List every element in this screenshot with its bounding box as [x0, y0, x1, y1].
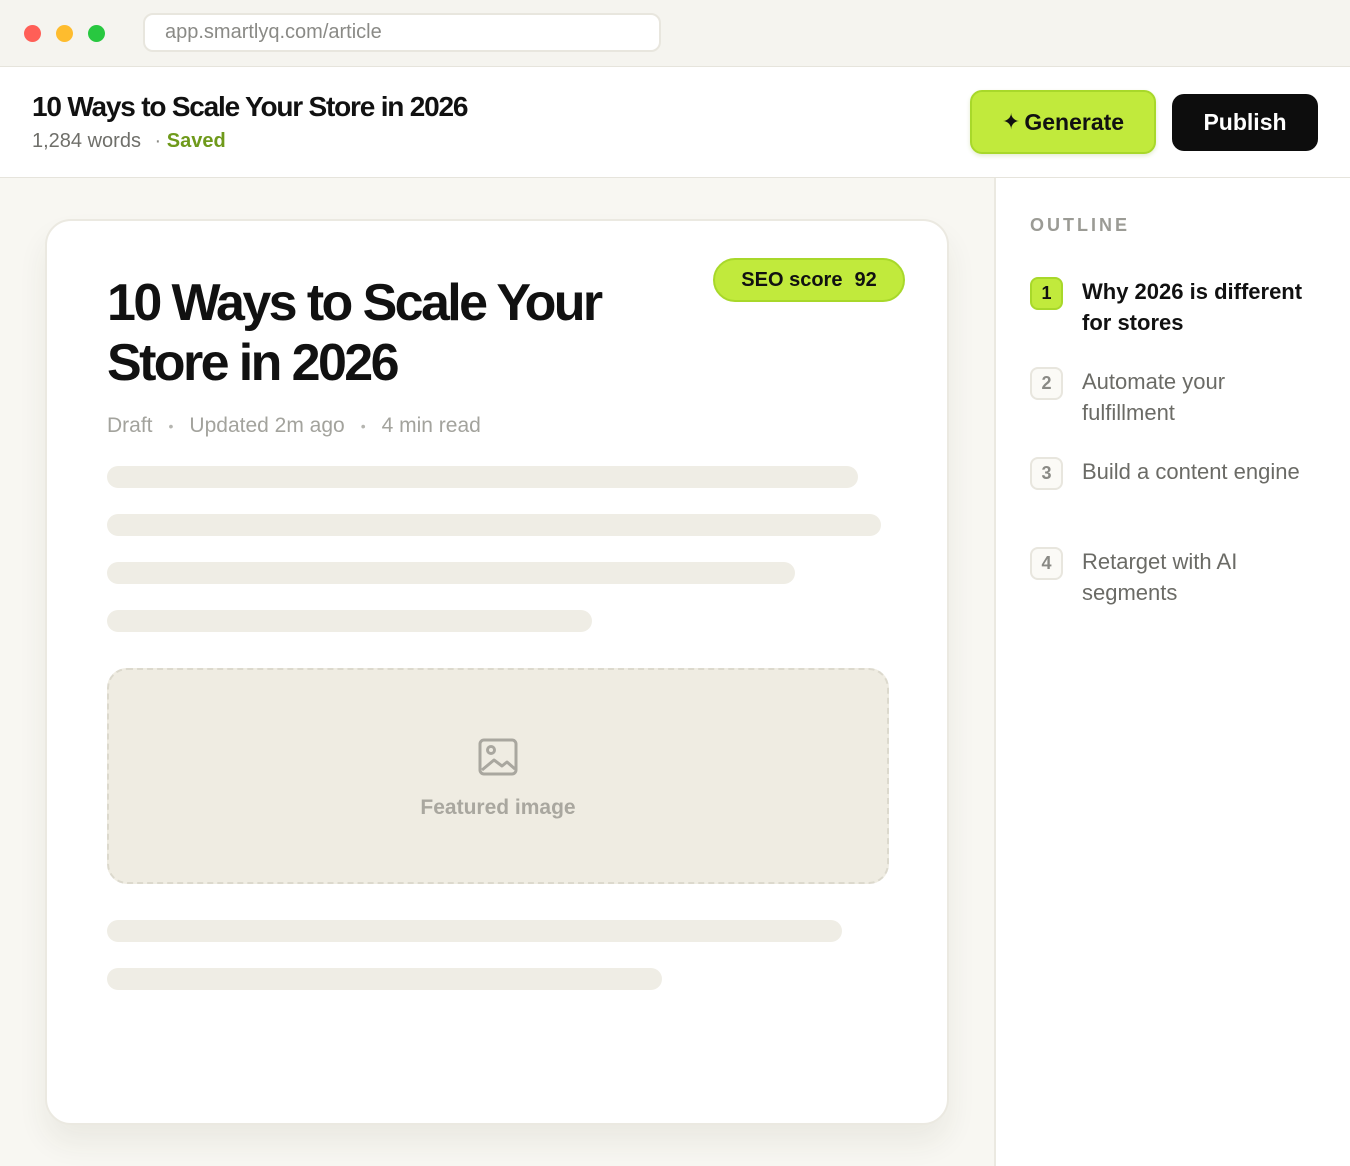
generate-button[interactable]: ✦ Generate — [970, 90, 1156, 154]
document-title: 10 Ways to Scale Your Store in 2026 — [32, 91, 468, 122]
word-count: 1,284 words — [32, 130, 141, 152]
close-window-button[interactable] — [24, 25, 41, 42]
maximize-window-button[interactable] — [88, 25, 105, 42]
address-bar[interactable]: app.smartlyq.com/article — [143, 13, 661, 52]
text-placeholder-line — [107, 514, 881, 536]
outline-item-number: 1 — [1030, 277, 1063, 310]
seo-score-value: 92 — [854, 268, 877, 291]
minimize-window-button[interactable] — [56, 25, 73, 42]
app-header: 10 Ways to Scale Your Store in 2026 1,28… — [0, 67, 1350, 178]
article-card: SEO score 92 10 Ways to Scale Your Store… — [45, 219, 949, 1125]
generate-button-label: Generate — [1024, 108, 1125, 135]
text-placeholder-line — [107, 968, 662, 990]
article-title[interactable]: 10 Ways to Scale Your Store in 2026 — [107, 273, 667, 393]
seo-score-label: SEO score — [741, 268, 843, 291]
outline-item-number: 2 — [1030, 367, 1063, 400]
text-placeholder-line — [107, 562, 795, 584]
document-meta: 1,284 words · Saved — [32, 130, 226, 153]
browser-chrome: app.smartlyq.com/article — [0, 0, 1350, 67]
editor-area: SEO score 92 10 Ways to Scale Your Store… — [0, 178, 994, 1166]
meta-separator: · — [154, 130, 162, 152]
image-icon — [478, 738, 518, 776]
outline-item-label: Why 2026 is different for stores — [1082, 279, 1303, 335]
outline-item-number: 4 — [1030, 547, 1063, 580]
outline-item-label: Retarget with AI segments — [1082, 549, 1238, 605]
featured-image-dropzone[interactable]: Featured image — [107, 668, 889, 884]
featured-image-label: Featured image — [420, 796, 576, 819]
article-updated: Updated 2m ago — [189, 414, 345, 437]
outline-item-label: Automate your fulfillment — [1082, 369, 1226, 425]
outline-item-number: 3 — [1030, 457, 1063, 490]
article-status: Draft — [107, 414, 153, 437]
text-placeholder-line — [107, 466, 858, 488]
meta-bullet: • — [168, 418, 174, 434]
seo-score-badge[interactable]: SEO score 92 — [713, 258, 905, 302]
text-placeholder-line — [107, 610, 592, 632]
outline-sidebar: OUTLINE 1 Why 2026 is different for stor… — [994, 178, 1350, 1166]
text-placeholder-line — [107, 920, 842, 942]
save-status: Saved — [166, 130, 226, 152]
sparkle-icon: ✦ — [1001, 109, 1021, 134]
article-meta: Draft • Updated 2m ago • 4 min read — [107, 414, 481, 438]
article-read-time: 4 min read — [381, 414, 481, 437]
outline-item-label: Build a content engine — [1082, 459, 1300, 484]
publish-button[interactable]: Publish — [1172, 94, 1318, 151]
meta-bullet: • — [360, 418, 366, 434]
outline-heading: OUTLINE — [1030, 215, 1130, 235]
